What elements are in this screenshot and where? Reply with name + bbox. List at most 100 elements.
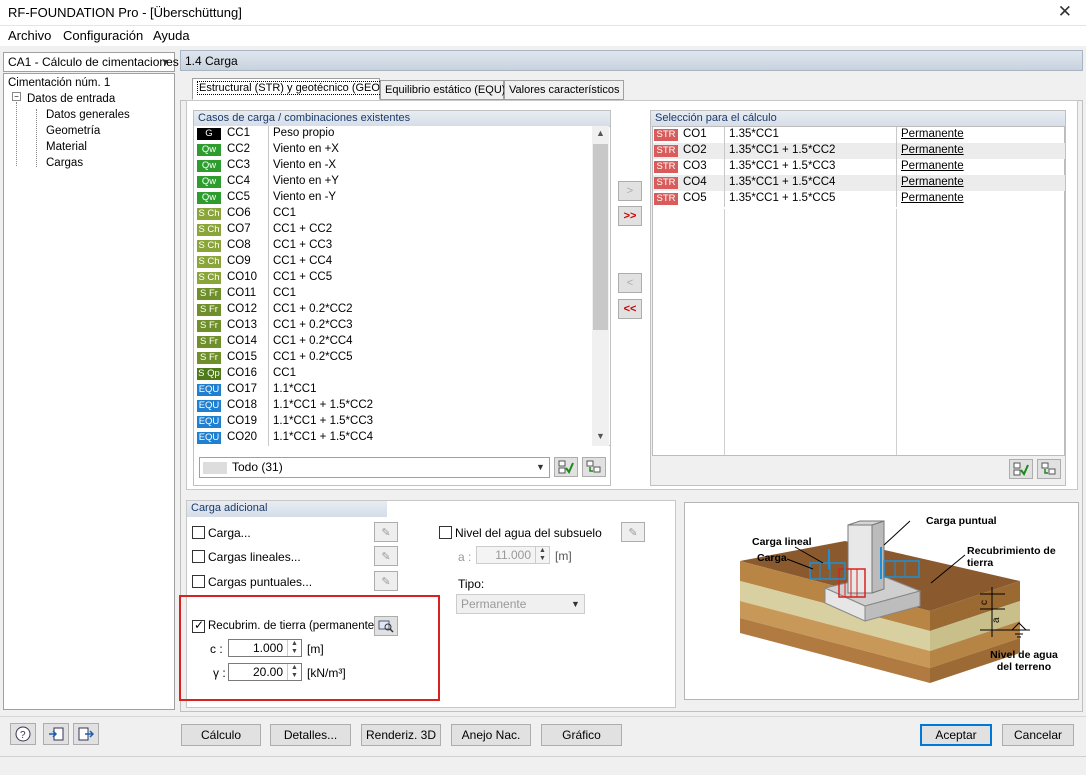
close-icon[interactable]: ✕ [1058, 2, 1072, 22]
existing-list[interactable]: G CC1 Peso propio Qw CC2 Viento en +X Qw CC3 Vie… [194, 126, 592, 446]
cargas-lineales-checkbox[interactable] [192, 550, 205, 563]
row-type[interactable]: Permanente [901, 160, 964, 172]
scroll-thumb[interactable] [593, 144, 608, 330]
row-description: CC1 + CC4 [273, 255, 333, 267]
nivel-agua-checkbox[interactable] [439, 526, 452, 539]
a-input[interactable]: 11.000 ▲ ▼ [476, 546, 550, 564]
filter-combo[interactable]: Todo (31) ▼ [199, 457, 550, 478]
table-row[interactable]: S Fr CO13 CC1 + 0.2*CC3 [194, 318, 592, 334]
spinner-icon[interactable]: ▲ ▼ [287, 664, 301, 680]
add-button[interactable]: > [618, 181, 642, 201]
selected-row[interactable]: STR CO2 1.35*CC1 + 1.5*CC2 Permanente [653, 143, 1065, 159]
refresh-list-icon[interactable] [582, 457, 606, 477]
menu-ayuda[interactable]: Ayuda [153, 28, 190, 43]
selected-list[interactable]: STR CO1 1.35*CC1 Permanente STR CO2 1.35*CC1 +… [653, 127, 1065, 209]
row-code: CC4 [227, 175, 251, 187]
row-code: CO19 [227, 415, 258, 427]
renderiz-button[interactable]: Renderiz. 3D [361, 724, 441, 746]
refresh-list-icon[interactable] [1037, 459, 1061, 479]
table-row[interactable]: G CC1 Peso propio [194, 126, 592, 142]
edit-icon[interactable]: ✎ [374, 546, 398, 566]
scroll-down-icon[interactable]: ▼ [596, 431, 605, 441]
row-type[interactable]: Permanente [901, 128, 964, 140]
remove-button[interactable]: < [618, 273, 642, 293]
existing-scrollbar[interactable]: ▲ ▼ [592, 126, 609, 446]
tab-valores[interactable]: Valores característicos [504, 80, 624, 100]
tipo-combo[interactable]: Permanente ▼ [456, 594, 585, 614]
cancelar-button[interactable]: Cancelar [1002, 724, 1074, 746]
case-selector[interactable]: CA1 - Cálculo de cimentaciones ▼ [3, 52, 179, 72]
table-row[interactable]: S Ch CO9 CC1 + CC4 [194, 254, 592, 270]
column-divider [268, 238, 269, 254]
label-carga-lineal: Carga lineal [752, 536, 812, 548]
table-row[interactable]: EQU CO20 1.1*CC1 + 1.5*CC4 [194, 430, 592, 446]
menu-configuracion[interactable]: Configuración [63, 28, 143, 43]
tree-item-geometria[interactable]: Geometría [46, 125, 100, 137]
table-row[interactable]: S Qp CO16 CC1 [194, 366, 592, 382]
export-icon[interactable] [73, 723, 99, 745]
water-edit-icon[interactable]: ✎ [621, 522, 645, 542]
tab-equ[interactable]: Equilibrio estático (EQU) [380, 80, 505, 100]
table-row[interactable]: S Fr CO11 CC1 [194, 286, 592, 302]
row-type[interactable]: Permanente [901, 192, 964, 204]
type-badge: S Fr [197, 336, 221, 348]
svg-text:?: ? [20, 730, 26, 741]
select-all-icon[interactable] [1009, 459, 1033, 479]
selected-row[interactable]: STR CO5 1.35*CC1 + 1.5*CC5 Permanente [653, 191, 1065, 207]
row-combination: 1.35*CC1 [729, 128, 779, 140]
tree-group[interactable]: Datos de entrada [27, 93, 115, 105]
row-code: CO5 [683, 192, 707, 204]
anejo-button[interactable]: Anejo Nac. [451, 724, 531, 746]
gamma-input[interactable]: 20.00 ▲ ▼ [228, 663, 302, 681]
soil-cover-edit-icon[interactable] [374, 616, 398, 636]
table-row[interactable]: Qw CC3 Viento en -X [194, 158, 592, 174]
tree-item-cargas[interactable]: Cargas [46, 157, 83, 169]
import-icon[interactable] [43, 723, 69, 745]
help-icon[interactable]: ? [10, 723, 36, 745]
row-type[interactable]: Permanente [901, 144, 964, 156]
table-row[interactable]: EQU CO18 1.1*CC1 + 1.5*CC2 [194, 398, 592, 414]
calculo-button[interactable]: Cálculo [181, 724, 261, 746]
table-row[interactable]: S Fr CO14 CC1 + 0.2*CC4 [194, 334, 592, 350]
spinner-icon[interactable]: ▲ ▼ [287, 640, 301, 656]
type-badge: STR [654, 161, 678, 173]
table-row[interactable]: S Ch CO8 CC1 + CC3 [194, 238, 592, 254]
row-description: CC1 [273, 287, 297, 299]
table-row[interactable]: S Ch CO6 CC1 [194, 206, 592, 222]
edit-icon[interactable]: ✎ [374, 522, 398, 542]
tree-item-datos-generales[interactable]: Datos generales [46, 109, 130, 121]
grafico-button[interactable]: Gráfico [541, 724, 622, 746]
row-type[interactable]: Permanente [901, 176, 964, 188]
table-row[interactable]: Qw CC2 Viento en +X [194, 142, 592, 158]
select-all-icon[interactable] [554, 457, 578, 477]
add-all-button[interactable]: >> [618, 206, 642, 226]
remove-all-button[interactable]: << [618, 299, 642, 319]
tree-item-material[interactable]: Material [46, 141, 87, 153]
a-unit: [m] [555, 549, 572, 563]
menu-archivo[interactable]: Archivo [8, 28, 51, 43]
spinner-icon[interactable]: ▲ ▼ [535, 547, 549, 563]
c-input[interactable]: 1.000 ▲ ▼ [228, 639, 302, 657]
table-row[interactable]: S Fr CO12 CC1 + 0.2*CC2 [194, 302, 592, 318]
detalles-button[interactable]: Detalles... [270, 724, 351, 746]
collapse-icon[interactable]: − [12, 92, 21, 101]
table-row[interactable]: Qw CC5 Viento en -Y [194, 190, 592, 206]
selected-row[interactable]: STR CO4 1.35*CC1 + 1.5*CC4 Permanente [653, 175, 1065, 191]
selected-row[interactable]: STR CO1 1.35*CC1 Permanente [653, 127, 1065, 143]
table-row[interactable]: EQU CO19 1.1*CC1 + 1.5*CC3 [194, 414, 592, 430]
cargas-puntuales-checkbox[interactable] [192, 575, 205, 588]
carga-checkbox[interactable] [192, 526, 205, 539]
row-code: CO2 [683, 144, 707, 156]
selected-row[interactable]: STR CO3 1.35*CC1 + 1.5*CC3 Permanente [653, 159, 1065, 175]
tab-str-geo[interactable]: Estructural (STR) y geotécnico (GEO) [192, 78, 386, 100]
table-row[interactable]: EQU CO17 1.1*CC1 [194, 382, 592, 398]
tree-root[interactable]: Cimentación núm. 1 [8, 77, 110, 89]
scroll-up-icon[interactable]: ▲ [596, 128, 605, 138]
table-row[interactable]: Qw CC4 Viento en +Y [194, 174, 592, 190]
table-row[interactable]: S Ch CO7 CC1 + CC2 [194, 222, 592, 238]
aceptar-button[interactable]: Aceptar [920, 724, 992, 746]
table-row[interactable]: S Fr CO15 CC1 + 0.2*CC5 [194, 350, 592, 366]
edit-icon[interactable]: ✎ [374, 571, 398, 591]
recubrimiento-checkbox[interactable] [192, 618, 205, 633]
table-row[interactable]: S Ch CO10 CC1 + CC5 [194, 270, 592, 286]
